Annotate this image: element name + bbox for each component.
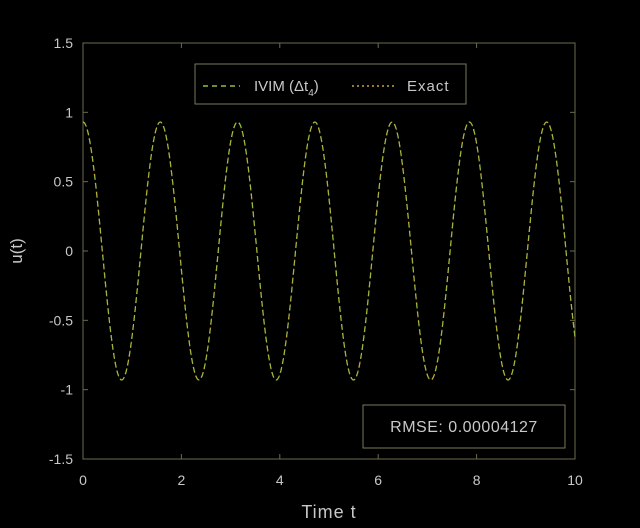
y-tick-label: 0.5 [54,174,74,190]
x-tick-label: 8 [473,472,481,488]
x-axis-label: Time t [301,502,356,522]
x-tick-label: 6 [374,472,382,488]
rmse-annotation: RMSE: 0.00004127 [362,404,566,449]
y-axis-label: u(t) [7,238,26,264]
rmse-text: RMSE: 0.00004127 [390,419,538,436]
x-tick-label: 10 [567,472,583,488]
y-tick-label: -1 [61,382,74,398]
x-tick-label: 0 [79,472,87,488]
legend-label-ivim-main: IVIM (Δt [254,78,309,95]
y-tick-label: -1.5 [49,451,73,467]
y-tick-label: -0.5 [49,312,73,328]
x-tick-label: 4 [276,472,284,488]
x-tick-label: 2 [178,472,186,488]
y-tick-label: 0 [65,243,73,259]
legend-label-exact: Exact [407,78,450,95]
chart-figure: -1.5 -1 -0.5 0 0.5 1 1.5 0 2 4 6 8 10 u(t) Time t I… [0,0,640,528]
y-tick-label: 1 [65,104,73,120]
legend: IVIM (Δt4) Exact [194,63,467,105]
legend-label-ivim-suffix: ) [314,78,319,95]
y-tick-label: 1.5 [54,35,74,51]
